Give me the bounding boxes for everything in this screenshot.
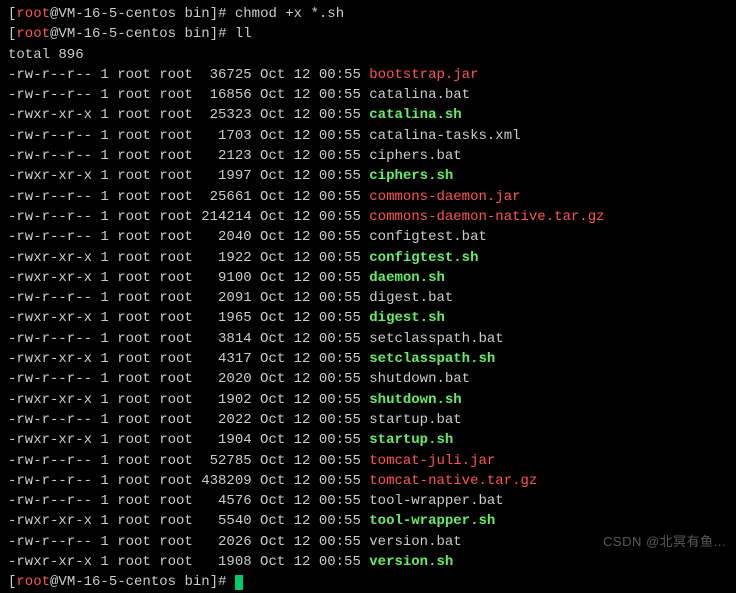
- file-meta: -rw-r--r-- 1 root root 2020 Oct 12 00:55: [8, 371, 369, 387]
- file-name: configtest.sh: [369, 250, 478, 266]
- file-row: -rw-r--r-- 1 root root 2020 Oct 12 00:55…: [8, 369, 728, 389]
- file-name: ciphers.sh: [369, 168, 453, 184]
- file-name: digest.sh: [369, 310, 445, 326]
- file-row: -rwxr-xr-x 1 root root 9100 Oct 12 00:55…: [8, 268, 728, 288]
- file-meta: -rw-r--r-- 1 root root 36725 Oct 12 00:5…: [8, 67, 369, 83]
- file-meta: -rw-r--r-- 1 root root 25661 Oct 12 00:5…: [8, 189, 369, 205]
- file-row: -rwxr-xr-x 1 root root 1908 Oct 12 00:55…: [8, 552, 728, 572]
- total-line: total 896: [8, 45, 728, 65]
- file-name: catalina-tasks.xml: [369, 128, 520, 144]
- cursor-icon: [235, 575, 243, 590]
- file-row: -rw-r--r-- 1 root root 52785 Oct 12 00:5…: [8, 451, 728, 471]
- command-line-active[interactable]: [root@VM-16-5-centos bin]#: [8, 572, 728, 592]
- file-row: -rwxr-xr-x 1 root root 1965 Oct 12 00:55…: [8, 308, 728, 328]
- file-name: bootstrap.jar: [369, 67, 478, 83]
- prompt-user: root: [16, 574, 50, 590]
- file-meta: -rwxr-xr-x 1 root root 1908 Oct 12 00:55: [8, 554, 369, 570]
- command-line: [root@VM-16-5-centos bin]# ll: [8, 24, 728, 44]
- file-meta: -rw-r--r-- 1 root root 3814 Oct 12 00:55: [8, 331, 369, 347]
- file-name: version.bat: [369, 534, 461, 550]
- file-row: -rw-r--r-- 1 root root 438209 Oct 12 00:…: [8, 471, 728, 491]
- file-row: -rw-r--r-- 1 root root 16856 Oct 12 00:5…: [8, 85, 728, 105]
- file-row: -rwxr-xr-x 1 root root 1922 Oct 12 00:55…: [8, 248, 728, 268]
- file-meta: -rw-r--r-- 1 root root 2026 Oct 12 00:55: [8, 534, 369, 550]
- file-meta: -rw-r--r-- 1 root root 52785 Oct 12 00:5…: [8, 453, 369, 469]
- command-text: chmod +x *.sh: [235, 6, 344, 22]
- file-row: -rwxr-xr-x 1 root root 5540 Oct 12 00:55…: [8, 511, 728, 531]
- file-name: tool-wrapper.bat: [369, 493, 503, 509]
- command-line: [root@VM-16-5-centos bin]# chmod +x *.sh: [8, 4, 728, 24]
- file-name: configtest.bat: [369, 229, 487, 245]
- file-meta: -rwxr-xr-x 1 root root 25323 Oct 12 00:5…: [8, 107, 369, 123]
- file-meta: -rw-r--r-- 1 root root 438209 Oct 12 00:…: [8, 473, 369, 489]
- file-row: -rw-r--r-- 1 root root 2123 Oct 12 00:55…: [8, 146, 728, 166]
- file-name: tomcat-native.tar.gz: [369, 473, 537, 489]
- file-meta: -rw-r--r-- 1 root root 214214 Oct 12 00:…: [8, 209, 369, 225]
- file-meta: -rwxr-xr-x 1 root root 1965 Oct 12 00:55: [8, 310, 369, 326]
- file-meta: -rwxr-xr-x 1 root root 1997 Oct 12 00:55: [8, 168, 369, 184]
- file-name: startup.sh: [369, 432, 453, 448]
- file-row: -rw-r--r-- 1 root root 1703 Oct 12 00:55…: [8, 126, 728, 146]
- file-row: -rwxr-xr-x 1 root root 1904 Oct 12 00:55…: [8, 430, 728, 450]
- file-meta: -rw-r--r-- 1 root root 2091 Oct 12 00:55: [8, 290, 369, 306]
- file-meta: -rwxr-xr-x 1 root root 9100 Oct 12 00:55: [8, 270, 369, 286]
- file-row: -rw-r--r-- 1 root root 3814 Oct 12 00:55…: [8, 329, 728, 349]
- file-name: commons-daemon.jar: [369, 189, 520, 205]
- file-row: -rwxr-xr-x 1 root root 1997 Oct 12 00:55…: [8, 166, 728, 186]
- file-name: catalina.sh: [369, 107, 461, 123]
- file-name: digest.bat: [369, 290, 453, 306]
- file-row: -rw-r--r-- 1 root root 2091 Oct 12 00:55…: [8, 288, 728, 308]
- file-meta: -rw-r--r-- 1 root root 2123 Oct 12 00:55: [8, 148, 369, 164]
- file-meta: -rw-r--r-- 1 root root 4576 Oct 12 00:55: [8, 493, 369, 509]
- file-name: daemon.sh: [369, 270, 445, 286]
- file-name: commons-daemon-native.tar.gz: [369, 209, 604, 225]
- file-name: startup.bat: [369, 412, 461, 428]
- file-row: -rw-r--r-- 1 root root 36725 Oct 12 00:5…: [8, 65, 728, 85]
- prompt-user: root: [16, 26, 50, 42]
- terminal-output[interactable]: [root@VM-16-5-centos bin]# chmod +x *.sh…: [8, 4, 728, 593]
- file-name: ciphers.bat: [369, 148, 461, 164]
- file-meta: -rwxr-xr-x 1 root root 1922 Oct 12 00:55: [8, 250, 369, 266]
- file-name: shutdown.sh: [369, 392, 461, 408]
- file-row: -rw-r--r-- 1 root root 25661 Oct 12 00:5…: [8, 187, 728, 207]
- file-meta: -rw-r--r-- 1 root root 2022 Oct 12 00:55: [8, 412, 369, 428]
- file-name: shutdown.bat: [369, 371, 470, 387]
- prompt-user: root: [16, 6, 50, 22]
- file-row: -rw-r--r-- 1 root root 4576 Oct 12 00:55…: [8, 491, 728, 511]
- file-meta: -rw-r--r-- 1 root root 1703 Oct 12 00:55: [8, 128, 369, 144]
- file-meta: -rw-r--r-- 1 root root 2040 Oct 12 00:55: [8, 229, 369, 245]
- file-meta: -rwxr-xr-x 1 root root 5540 Oct 12 00:55: [8, 513, 369, 529]
- file-name: catalina.bat: [369, 87, 470, 103]
- file-name: setclasspath.bat: [369, 331, 503, 347]
- file-row: -rwxr-xr-x 1 root root 4317 Oct 12 00:55…: [8, 349, 728, 369]
- file-row: -rw-r--r-- 1 root root 214214 Oct 12 00:…: [8, 207, 728, 227]
- file-name: setclasspath.sh: [369, 351, 495, 367]
- file-row: -rwxr-xr-x 1 root root 1902 Oct 12 00:55…: [8, 390, 728, 410]
- file-meta: -rwxr-xr-x 1 root root 4317 Oct 12 00:55: [8, 351, 369, 367]
- file-row: -rwxr-xr-x 1 root root 25323 Oct 12 00:5…: [8, 105, 728, 125]
- file-name: tomcat-juli.jar: [369, 453, 495, 469]
- command-text: ll: [235, 26, 252, 42]
- file-name: version.sh: [369, 554, 453, 570]
- file-name: tool-wrapper.sh: [369, 513, 495, 529]
- file-meta: -rw-r--r-- 1 root root 16856 Oct 12 00:5…: [8, 87, 369, 103]
- file-row: -rw-r--r-- 1 root root 2022 Oct 12 00:55…: [8, 410, 728, 430]
- file-meta: -rwxr-xr-x 1 root root 1902 Oct 12 00:55: [8, 392, 369, 408]
- watermark-text: CSDN @北冥有鱼...: [603, 533, 726, 552]
- file-row: -rw-r--r-- 1 root root 2040 Oct 12 00:55…: [8, 227, 728, 247]
- file-meta: -rwxr-xr-x 1 root root 1904 Oct 12 00:55: [8, 432, 369, 448]
